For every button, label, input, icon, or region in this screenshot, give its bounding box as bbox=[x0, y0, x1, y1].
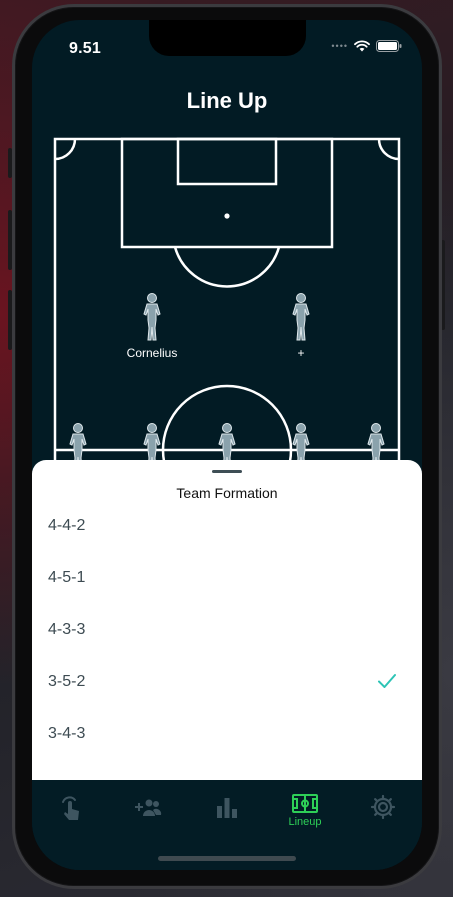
tab-settings[interactable] bbox=[353, 794, 413, 834]
tab-lineup[interactable]: Lineup bbox=[275, 794, 335, 834]
penalty-arc bbox=[173, 246, 281, 288]
add-players-icon bbox=[135, 799, 162, 816]
notch bbox=[149, 20, 306, 56]
tap-icon bbox=[62, 796, 79, 820]
tab-add-players[interactable] bbox=[118, 794, 178, 834]
formation-option-label: 3-4-3 bbox=[48, 725, 86, 742]
formation-option-label: 4-4-2 bbox=[48, 517, 86, 534]
tab-tap[interactable] bbox=[41, 794, 101, 834]
home-indicator[interactable] bbox=[158, 856, 296, 861]
app-screen: 9.51 •••• Line Up Cornelius + Team Forma… bbox=[32, 20, 422, 870]
formation-option-label: 4-3-3 bbox=[48, 621, 86, 638]
formation-sheet: Team Formation 4-4-2 4-5-1 4-3-3 3-5-2 3… bbox=[32, 460, 422, 780]
player-silhouette-icon bbox=[143, 293, 161, 341]
sheet-title: Team Formation bbox=[176, 485, 278, 501]
gear-icon bbox=[370, 794, 396, 820]
formation-option-label: 3-5-2 bbox=[48, 673, 86, 690]
player-silhouette-icon bbox=[292, 293, 310, 341]
tab-label: Lineup bbox=[288, 816, 322, 828]
corner-arc-left bbox=[54, 138, 77, 161]
field-icon bbox=[292, 794, 318, 813]
sheet-grabber[interactable] bbox=[212, 470, 242, 473]
checkmark-icon bbox=[378, 674, 396, 688]
penalty-spot bbox=[224, 213, 230, 219]
formation-option-4-3-3[interactable]: 4-3-3 bbox=[32, 604, 422, 656]
formation-option-3-4-3[interactable]: 3-4-3 bbox=[32, 708, 422, 760]
formation-option-label: 4-5-1 bbox=[48, 569, 86, 586]
goal-box bbox=[176, 137, 278, 186]
corner-arc-right bbox=[377, 138, 400, 161]
formation-option-4-5-1[interactable]: 4-5-1 bbox=[32, 552, 422, 604]
formation-option-4-4-2[interactable]: 4-4-2 bbox=[32, 500, 422, 552]
penalty-box bbox=[120, 137, 334, 249]
player-slot[interactable]: + bbox=[281, 292, 321, 360]
player-name-label: Cornelius bbox=[126, 346, 178, 360]
player-name-label: + bbox=[297, 346, 305, 360]
tab-stats[interactable] bbox=[197, 794, 257, 834]
pitch bbox=[53, 137, 401, 480]
formation-option-3-5-2[interactable]: 3-5-2 bbox=[32, 656, 422, 708]
player-slot[interactable]: Cornelius bbox=[127, 292, 177, 360]
stats-icon bbox=[217, 798, 237, 818]
